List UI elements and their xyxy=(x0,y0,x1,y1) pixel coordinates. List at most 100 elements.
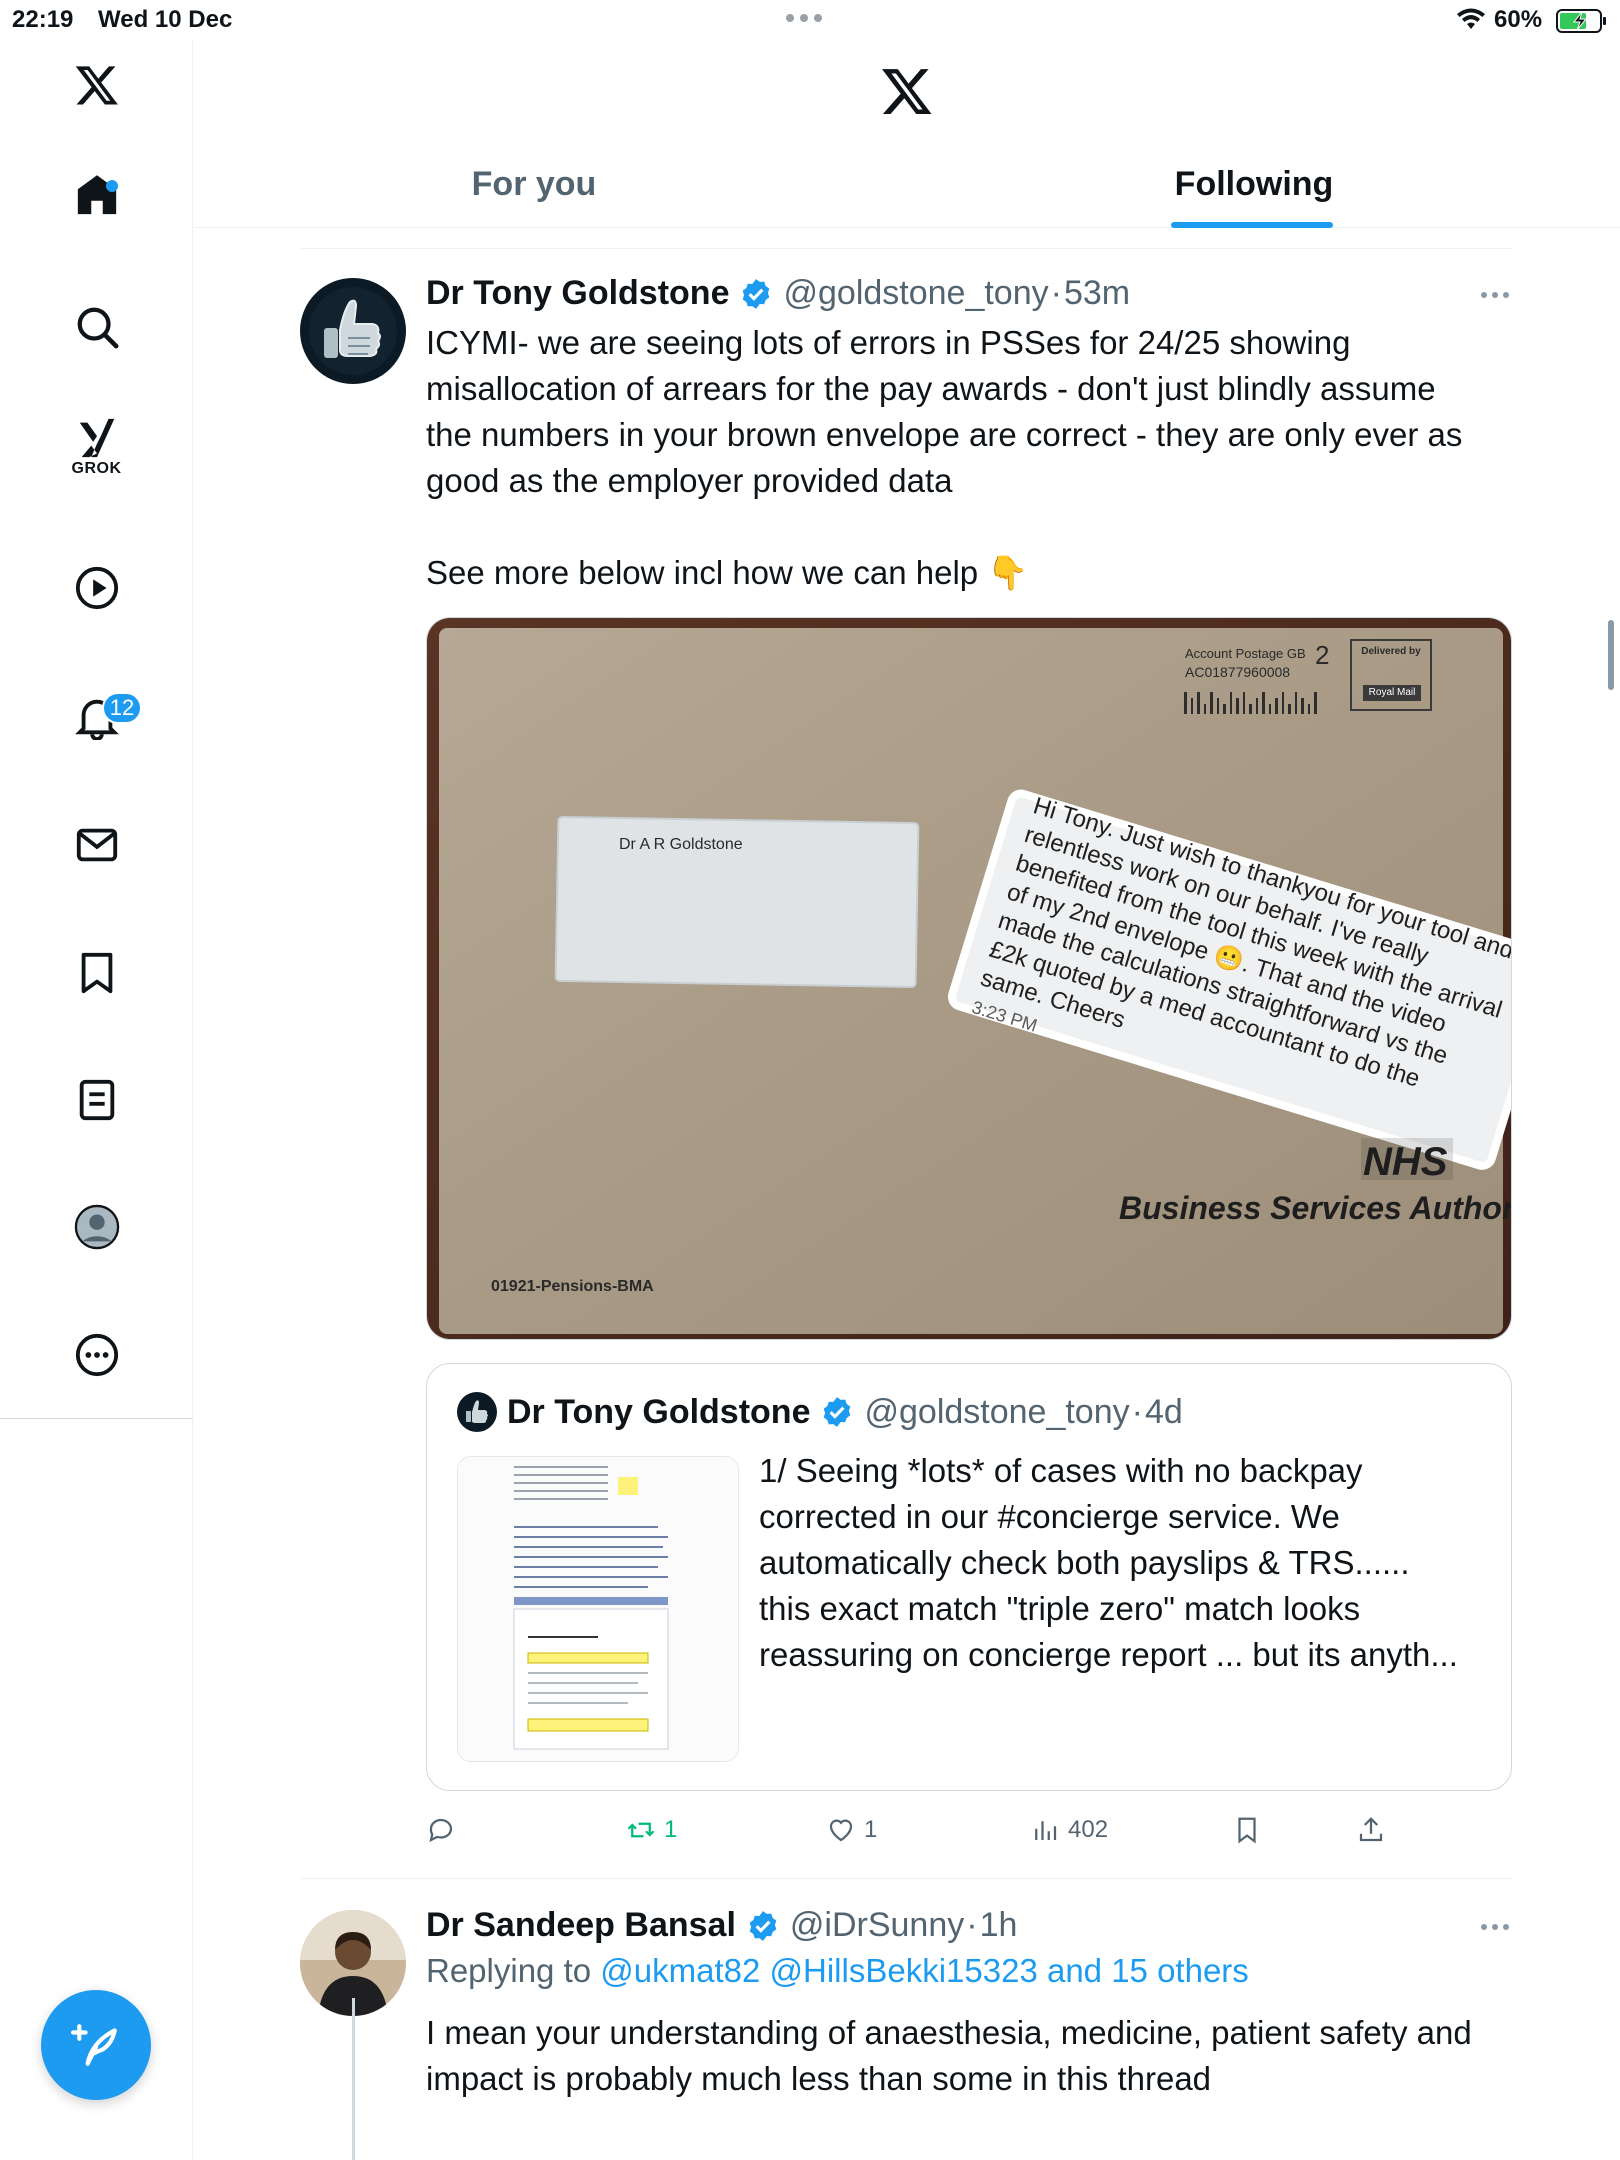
status-bar: 22:19 Wed 10 Dec 60% xyxy=(0,0,1620,40)
sidebar-item-video[interactable] xyxy=(0,543,193,633)
bookmark-button[interactable] xyxy=(1232,1808,1262,1852)
tweet-text: I mean your understanding of anaesthesia… xyxy=(426,2010,1526,2102)
compose-icon xyxy=(71,2024,117,2066)
tab-active-indicator xyxy=(1171,222,1333,228)
like-button[interactable]: 1 xyxy=(826,1808,877,1852)
tab-for-you[interactable]: For you xyxy=(424,140,644,228)
repost-icon xyxy=(627,1822,655,1838)
royal-mail-label: Royal Mail xyxy=(1363,685,1421,701)
tweet-time[interactable]: 1h xyxy=(980,1906,1018,1945)
bookmark-icon xyxy=(1238,1817,1256,1844)
tweet-actions: 1 1 402 xyxy=(426,1808,1512,1852)
sidebar-item-profile[interactable] xyxy=(0,1182,193,1272)
sidebar-item-lists[interactable] xyxy=(0,1055,193,1145)
views-icon xyxy=(1035,1821,1057,1840)
x-logo-icon xyxy=(75,66,118,105)
thumbs-up-avatar-image xyxy=(300,278,406,384)
tweet-header: Dr Sandeep Bansal @iDrSunny · 1h xyxy=(426,1906,1017,1945)
like-icon xyxy=(829,1819,853,1842)
x-logo-icon[interactable] xyxy=(880,64,934,118)
quote-time: 4d xyxy=(1144,1392,1183,1431)
sidebar-item-search[interactable] xyxy=(0,282,193,372)
home-icon xyxy=(77,175,116,215)
home-unread-dot xyxy=(106,180,118,192)
window-address: Dr A R Goldstone xyxy=(619,836,743,853)
repost-count: 1 xyxy=(664,1816,678,1843)
verified-icon xyxy=(749,1910,777,1941)
postage-account: AC01877960008 xyxy=(1185,664,1291,680)
multitasking-dots-icon[interactable] xyxy=(786,14,822,22)
tab-following[interactable]: Following xyxy=(1134,140,1374,228)
sidebar-item-bookmarks[interactable] xyxy=(0,928,193,1018)
grok-icon xyxy=(79,418,114,458)
sidebar: GROK 12 xyxy=(0,40,193,2160)
quote-text-line: reassuring on concierge report ... but i… xyxy=(759,1636,1458,1673)
tweet-text-line: ICYMI- we are seeing lots of errors in P… xyxy=(426,324,1351,361)
author-name[interactable]: Dr Sandeep Bansal xyxy=(426,1906,736,1945)
divider xyxy=(300,1878,1512,1879)
postage-class: 2 xyxy=(1315,640,1330,670)
avatar[interactable] xyxy=(300,278,406,384)
tweet-text: ICYMI- we are seeing lots of errors in P… xyxy=(426,320,1516,596)
scrollbar[interactable] xyxy=(1608,620,1614,690)
sidebar-item-grok[interactable]: GROK xyxy=(0,400,193,490)
tweet-time[interactable]: 53m xyxy=(1064,274,1130,313)
replying-to-users-link[interactable]: @ukmat82 @HillsBekki15323 and 15 others xyxy=(600,1952,1249,1989)
quote-text-line: 1/ Seeing *lots* of cases with no backpa… xyxy=(759,1452,1363,1489)
share-button[interactable] xyxy=(1356,1808,1386,1852)
notifications-badge: 12 xyxy=(102,692,142,724)
more-options-icon[interactable] xyxy=(1481,1924,1509,1930)
status-time: 22:19 xyxy=(12,6,74,33)
quoted-tweet[interactable]: Dr Tony Goldstone @goldstone_tony · 4d 1… xyxy=(426,1363,1512,1791)
tweet-media-image[interactable]: Account Postage GB AC01877960008 2 Deliv… xyxy=(426,617,1512,1340)
separator-dot: · xyxy=(1050,274,1062,312)
repost-button[interactable]: 1 xyxy=(626,1808,677,1852)
tweet-text-line: See more below incl how we can help 👇 xyxy=(426,554,1029,591)
list-icon xyxy=(79,1079,114,1121)
profile-icon xyxy=(74,1204,119,1250)
status-date: Wed 10 Dec xyxy=(98,6,233,33)
quote-author-name: Dr Tony Goldstone xyxy=(507,1392,811,1431)
replying-to: Replying to @ukmat82 @HillsBekki15323 an… xyxy=(426,1952,1249,1990)
tweet-text-line: good as the employer provided data xyxy=(426,462,953,499)
quote-text-line: corrected in our #concierge service. We xyxy=(759,1498,1340,1535)
sidebar-item-home[interactable] xyxy=(0,150,193,240)
quote-text-line: this exact match "triple zero" match loo… xyxy=(759,1590,1361,1627)
sidebar-item-more[interactable] xyxy=(0,1310,193,1400)
tweet-header: Dr Tony Goldstone @goldstone_tony · 53m xyxy=(426,274,1130,313)
tweet-text-line: misallocation of arrears for the pay awa… xyxy=(426,370,1436,407)
thread-connector-line xyxy=(352,1998,355,2160)
views-button[interactable]: 402 xyxy=(1030,1808,1108,1852)
tweet-text-line: impact is probably much less than some i… xyxy=(426,2060,1212,2097)
author-handle[interactable]: @goldstone_tony xyxy=(783,274,1048,313)
sidebar-x-logo[interactable] xyxy=(0,40,193,130)
search-icon xyxy=(77,307,118,349)
sidebar-item-notifications[interactable]: 12 xyxy=(0,672,193,762)
quote-avatar xyxy=(457,1392,497,1432)
separator-dot: · xyxy=(966,1906,978,1944)
author-name[interactable]: Dr Tony Goldstone xyxy=(426,274,729,313)
reply-button[interactable] xyxy=(426,1808,456,1852)
like-count: 1 xyxy=(864,1816,878,1843)
separator-dot: · xyxy=(1131,1392,1143,1431)
quote-header: Dr Tony Goldstone @goldstone_tony · 4d xyxy=(457,1392,1183,1432)
more-options-icon[interactable] xyxy=(1481,292,1509,298)
tweet-text-line: I mean your understanding of anaesthesia… xyxy=(426,2014,1472,2051)
compose-button[interactable] xyxy=(41,1990,151,2100)
verified-icon xyxy=(743,278,770,309)
author-handle[interactable]: @iDrSunny xyxy=(790,1906,964,1945)
bsa-label: Business Services Authority xyxy=(1119,1190,1512,1226)
battery-icon xyxy=(1556,9,1606,33)
grok-label: GROK xyxy=(71,460,122,477)
mail-icon xyxy=(76,828,117,862)
sidebar-item-messages[interactable] xyxy=(0,800,193,890)
sidebar-divider xyxy=(0,1418,193,1419)
video-icon xyxy=(75,566,118,610)
share-icon xyxy=(1359,1817,1383,1842)
more-icon xyxy=(75,1333,118,1377)
divider xyxy=(300,248,1512,249)
views-count: 402 xyxy=(1068,1816,1109,1843)
tweet-text-line: the numbers in your brown envelope are c… xyxy=(426,416,1463,453)
postage-label: Account Postage GB xyxy=(1185,646,1306,661)
bookmark-icon xyxy=(81,952,112,994)
